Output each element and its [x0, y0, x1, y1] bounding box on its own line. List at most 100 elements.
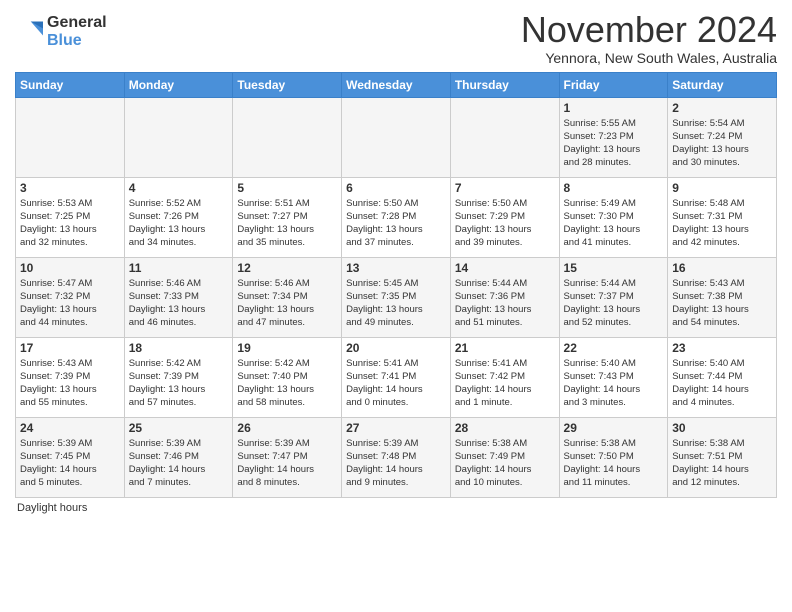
calendar-cell: 15 Sunrise: 5:44 AM Sunset: 7:37 PM Dayli… — [559, 257, 668, 337]
day-number: 22 — [564, 341, 664, 355]
calendar-week-row: 24 Sunrise: 5:39 AM Sunset: 7:45 PM Dayli… — [16, 417, 777, 497]
day-info: Sunrise: 5:39 AM Sunset: 7:48 PM Dayligh… — [346, 437, 446, 490]
day-info: Sunrise: 5:50 AM Sunset: 7:28 PM Dayligh… — [346, 197, 446, 250]
calendar-cell — [342, 97, 451, 177]
day-info: Sunrise: 5:50 AM Sunset: 7:29 PM Dayligh… — [455, 197, 555, 250]
day-info: Sunrise: 5:52 AM Sunset: 7:26 PM Dayligh… — [129, 197, 229, 250]
calendar-cell: 3 Sunrise: 5:53 AM Sunset: 7:25 PM Daylig… — [16, 177, 125, 257]
day-number: 19 — [237, 341, 337, 355]
day-number: 3 — [20, 181, 120, 195]
page-container: General Blue November 2024 Yennora, New … — [0, 0, 792, 519]
day-number: 26 — [237, 421, 337, 435]
day-info: Sunrise: 5:54 AM Sunset: 7:24 PM Dayligh… — [672, 117, 772, 170]
day-number: 21 — [455, 341, 555, 355]
column-header-thursday: Thursday — [450, 72, 559, 97]
calendar-cell: 18Sunrise: 5:42 AM Sunset: 7:39 PM Dayli… — [124, 337, 233, 417]
day-info: Sunrise: 5:39 AM Sunset: 7:46 PM Dayligh… — [129, 437, 229, 490]
day-number: 11 — [129, 261, 229, 275]
calendar-cell: 12Sunrise: 5:46 AM Sunset: 7:34 PM Dayli… — [233, 257, 342, 337]
column-header-wednesday: Wednesday — [342, 72, 451, 97]
calendar-cell: 29 Sunrise: 5:38 AM Sunset: 7:50 PM Dayli… — [559, 417, 668, 497]
day-info: Sunrise: 5:42 AM Sunset: 7:40 PM Dayligh… — [237, 357, 337, 410]
day-number: 4 — [129, 181, 229, 195]
footer: Daylight hours — [15, 502, 777, 514]
calendar-cell: 8 Sunrise: 5:49 AM Sunset: 7:30 PM Daylig… — [559, 177, 668, 257]
logo: General Blue — [15, 14, 107, 50]
day-number: 9 — [672, 181, 772, 195]
day-info: Sunrise: 5:40 AM Sunset: 7:44 PM Dayligh… — [672, 357, 772, 410]
calendar-cell: 16 Sunrise: 5:43 AM Sunset: 7:38 PM Dayli… — [668, 257, 777, 337]
day-info: Sunrise: 5:41 AM Sunset: 7:42 PM Dayligh… — [455, 357, 555, 410]
calendar-cell: 7 Sunrise: 5:50 AM Sunset: 7:29 PM Daylig… — [450, 177, 559, 257]
day-number: 15 — [564, 261, 664, 275]
day-info: Sunrise: 5:39 AM Sunset: 7:45 PM Dayligh… — [20, 437, 120, 490]
day-info: Sunrise: 5:44 AM Sunset: 7:37 PM Dayligh… — [564, 277, 664, 330]
title-section: November 2024 Yennora, New South Wales, … — [521, 10, 777, 66]
day-info: Sunrise: 5:44 AM Sunset: 7:36 PM Dayligh… — [455, 277, 555, 330]
day-number: 28 — [455, 421, 555, 435]
day-info: Sunrise: 5:46 AM Sunset: 7:33 PM Dayligh… — [129, 277, 229, 330]
day-number: 29 — [564, 421, 664, 435]
daylight-hours-label: Daylight hours — [17, 502, 87, 514]
column-header-sunday: Sunday — [16, 72, 125, 97]
calendar-week-row: 1Sunrise: 5:55 AM Sunset: 7:23 PM Daylig… — [16, 97, 777, 177]
calendar-cell: 30 Sunrise: 5:38 AM Sunset: 7:51 PM Dayli… — [668, 417, 777, 497]
day-number: 2 — [672, 101, 772, 115]
calendar-header-row: SundayMondayTuesdayWednesdayThursdayFrid… — [16, 72, 777, 97]
day-number: 6 — [346, 181, 446, 195]
day-number: 24 — [20, 421, 120, 435]
calendar-cell: 14 Sunrise: 5:44 AM Sunset: 7:36 PM Dayli… — [450, 257, 559, 337]
day-number: 18 — [129, 341, 229, 355]
day-number: 7 — [455, 181, 555, 195]
calendar-cell — [124, 97, 233, 177]
header: General Blue November 2024 Yennora, New … — [15, 10, 777, 66]
calendar-cell: 24 Sunrise: 5:39 AM Sunset: 7:45 PM Dayli… — [16, 417, 125, 497]
calendar-cell: 21 Sunrise: 5:41 AM Sunset: 7:42 PM Dayli… — [450, 337, 559, 417]
calendar-cell: 9 Sunrise: 5:48 AM Sunset: 7:31 PM Daylig… — [668, 177, 777, 257]
calendar-cell: 1Sunrise: 5:55 AM Sunset: 7:23 PM Daylig… — [559, 97, 668, 177]
calendar-cell: 22Sunrise: 5:40 AM Sunset: 7:43 PM Dayli… — [559, 337, 668, 417]
day-info: Sunrise: 5:48 AM Sunset: 7:31 PM Dayligh… — [672, 197, 772, 250]
day-number: 20 — [346, 341, 446, 355]
column-header-tuesday: Tuesday — [233, 72, 342, 97]
day-info: Sunrise: 5:47 AM Sunset: 7:32 PM Dayligh… — [20, 277, 120, 330]
day-info: Sunrise: 5:38 AM Sunset: 7:51 PM Dayligh… — [672, 437, 772, 490]
logo-text: General Blue — [47, 14, 107, 50]
calendar-cell: 19 Sunrise: 5:42 AM Sunset: 7:40 PM Dayli… — [233, 337, 342, 417]
day-number: 27 — [346, 421, 446, 435]
calendar-cell: 4 Sunrise: 5:52 AM Sunset: 7:26 PM Daylig… — [124, 177, 233, 257]
day-number: 16 — [672, 261, 772, 275]
calendar-cell — [233, 97, 342, 177]
calendar-cell — [450, 97, 559, 177]
calendar-cell: 26 Sunrise: 5:39 AM Sunset: 7:47 PM Dayli… — [233, 417, 342, 497]
day-info: Sunrise: 5:43 AM Sunset: 7:39 PM Dayligh… — [20, 357, 120, 410]
day-info: Sunrise: 5:55 AM Sunset: 7:23 PM Dayligh… — [564, 117, 664, 170]
day-info: Sunrise: 5:38 AM Sunset: 7:50 PM Dayligh… — [564, 437, 664, 490]
day-number: 13 — [346, 261, 446, 275]
day-info: Sunrise: 5:38 AM Sunset: 7:49 PM Dayligh… — [455, 437, 555, 490]
day-info: Sunrise: 5:45 AM Sunset: 7:35 PM Dayligh… — [346, 277, 446, 330]
day-number: 8 — [564, 181, 664, 195]
day-number: 30 — [672, 421, 772, 435]
day-info: Sunrise: 5:43 AM Sunset: 7:38 PM Dayligh… — [672, 277, 772, 330]
day-info: Sunrise: 5:41 AM Sunset: 7:41 PM Dayligh… — [346, 357, 446, 410]
calendar-cell: 13 Sunrise: 5:45 AM Sunset: 7:35 PM Dayli… — [342, 257, 451, 337]
day-info: Sunrise: 5:39 AM Sunset: 7:47 PM Dayligh… — [237, 437, 337, 490]
day-info: Sunrise: 5:53 AM Sunset: 7:25 PM Dayligh… — [20, 197, 120, 250]
day-info: Sunrise: 5:49 AM Sunset: 7:30 PM Dayligh… — [564, 197, 664, 250]
subtitle: Yennora, New South Wales, Australia — [521, 50, 777, 66]
calendar-cell: 17 Sunrise: 5:43 AM Sunset: 7:39 PM Dayli… — [16, 337, 125, 417]
calendar-week-row: 17 Sunrise: 5:43 AM Sunset: 7:39 PM Dayli… — [16, 337, 777, 417]
calendar-week-row: 3 Sunrise: 5:53 AM Sunset: 7:25 PM Daylig… — [16, 177, 777, 257]
calendar-week-row: 10Sunrise: 5:47 AM Sunset: 7:32 PM Dayli… — [16, 257, 777, 337]
calendar-cell: 27 Sunrise: 5:39 AM Sunset: 7:48 PM Dayli… — [342, 417, 451, 497]
column-header-monday: Monday — [124, 72, 233, 97]
logo-icon — [15, 18, 43, 46]
day-number: 17 — [20, 341, 120, 355]
day-info: Sunrise: 5:51 AM Sunset: 7:27 PM Dayligh… — [237, 197, 337, 250]
day-number: 14 — [455, 261, 555, 275]
column-header-friday: Friday — [559, 72, 668, 97]
calendar-cell: 23 Sunrise: 5:40 AM Sunset: 7:44 PM Dayli… — [668, 337, 777, 417]
calendar-table: SundayMondayTuesdayWednesdayThursdayFrid… — [15, 72, 777, 498]
day-number: 23 — [672, 341, 772, 355]
